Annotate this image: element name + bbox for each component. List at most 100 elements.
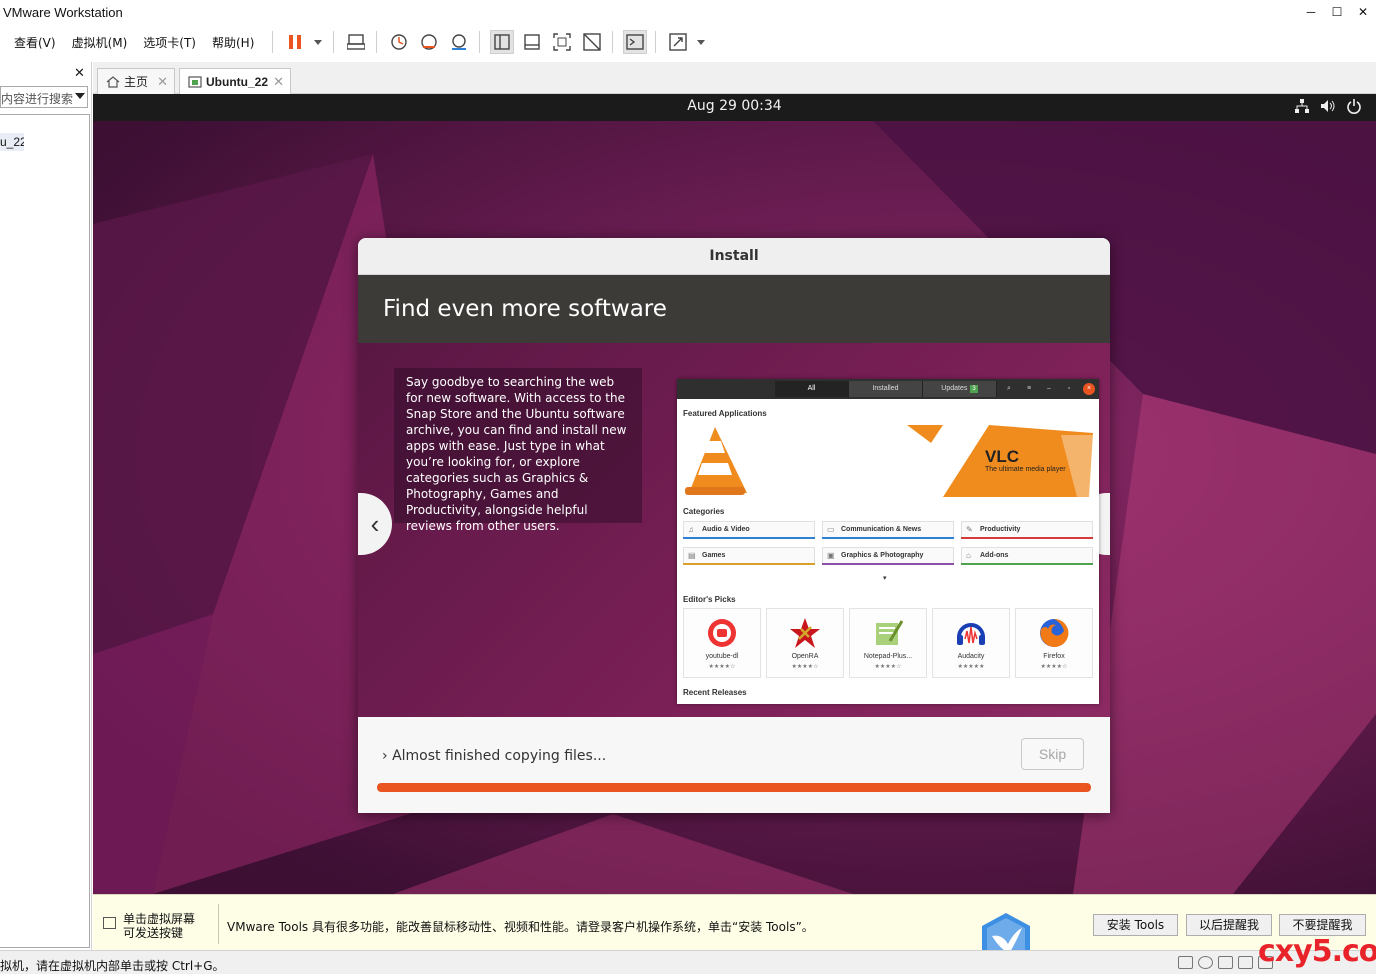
- tree-item-my-computer[interactable]: [0, 115, 89, 133]
- thumbnail-bar-icon[interactable]: [520, 30, 544, 54]
- toolbar-separator: [612, 31, 614, 53]
- sw-tab-all: All: [775, 381, 849, 397]
- music-icon: ♫: [688, 525, 694, 534]
- window-title: VMware Workstation: [3, 4, 123, 20]
- tab-home[interactable]: 主页 ✕: [97, 68, 175, 94]
- full-screen-icon[interactable]: [550, 30, 574, 54]
- cd-dvd-icon[interactable]: [1198, 956, 1213, 969]
- slide-description: Say goodbye to searching the web for new…: [394, 368, 642, 533]
- menu-help[interactable]: 帮助(H): [212, 34, 254, 51]
- maximize-button[interactable]: ☐: [1324, 0, 1350, 24]
- notepad-plus-icon: [876, 620, 904, 645]
- toolbar-separator: [655, 31, 657, 53]
- pick-card: Firefox ★★★★☆: [1015, 608, 1093, 678]
- volume-icon: [1321, 100, 1335, 112]
- menu-vm[interactable]: 虚拟机(M): [72, 34, 128, 51]
- show-library-icon[interactable]: [490, 30, 515, 54]
- category-label: Graphics & Photography: [841, 552, 924, 559]
- category-color-bar: [961, 563, 1093, 565]
- library-search-input[interactable]: 内容进行搜索: [0, 86, 88, 108]
- minimize-button[interactable]: ─: [1298, 0, 1324, 24]
- sw-tab-installed: Installed: [849, 381, 923, 397]
- featured-heading: Featured Applications: [683, 409, 767, 418]
- addon-icon: ⌂: [966, 551, 971, 560]
- slide-title: Find even more software: [358, 275, 1110, 343]
- editors-picks-heading: Editor's Picks: [683, 595, 736, 604]
- revert-snapshot-icon[interactable]: [417, 30, 441, 54]
- pick-name: Firefox: [1043, 653, 1065, 660]
- network-adapter-icon[interactable]: [1218, 956, 1233, 969]
- expand-details-icon[interactable]: ›: [382, 748, 388, 764]
- network-icon: [1295, 99, 1309, 113]
- progress-text: Almost finished copying files...: [392, 748, 607, 764]
- tab-ubuntu-close-icon[interactable]: ✕: [273, 74, 284, 90]
- show-more-caret-icon: ▾: [883, 575, 887, 582]
- category-color-bar: [683, 537, 815, 539]
- category-color-bar: [822, 563, 954, 565]
- stretch-dropdown-icon[interactable]: [696, 30, 706, 54]
- installer-header: Install: [358, 238, 1110, 275]
- tools-notification-bar: 单击虚拟屏幕 可发送按键 VMware Tools 具有很多功能，能改善鼠标移动…: [93, 894, 1376, 950]
- stretch-guest-icon[interactable]: [666, 30, 690, 54]
- install-tools-button[interactable]: 安装 Tools: [1093, 914, 1178, 936]
- slideshow: Say goodbye to searching the web for new…: [358, 343, 1110, 717]
- image-icon: ▣: [827, 551, 835, 560]
- sw-menu-icon: ≡: [1026, 385, 1032, 392]
- pick-rating: ★★★★☆: [874, 664, 902, 670]
- tab-ubuntu[interactable]: Ubuntu_22 ✕: [179, 68, 291, 94]
- progress-label[interactable]: › Almost finished copying files...: [382, 748, 606, 764]
- tree-item-ubuntu[interactable]: u_22: [0, 133, 24, 151]
- pick-name: OpenRA: [791, 653, 819, 660]
- home-icon: [106, 75, 120, 88]
- menu-tabs[interactable]: 选项卡(T): [143, 34, 196, 51]
- pick-rating: ★★★★☆: [708, 664, 736, 670]
- audacity-icon: [957, 623, 985, 645]
- status-text: 拟机，请在虚拟机内部单击或按 Ctrl+G。: [0, 959, 225, 973]
- sw-maximize-icon: ▫: [1067, 385, 1071, 392]
- power-icon: [1347, 99, 1361, 114]
- software-headerbar: All Installed Updates 3 ⌕ ≡ – ▫ ×: [677, 379, 1099, 399]
- category-label: Add-ons: [980, 552, 1009, 559]
- skip-button[interactable]: Skip: [1021, 738, 1084, 770]
- gnome-clock[interactable]: Aug 29 00:34: [93, 98, 1376, 114]
- snapshot-manager-icon[interactable]: [447, 30, 471, 54]
- menu-view[interactable]: 查看(V): [14, 34, 56, 51]
- send-ctrl-alt-del-icon[interactable]: [344, 30, 368, 54]
- menubar: 查看(V) 虚拟机(M) 选项卡(T) 帮助(H): [0, 24, 1376, 60]
- category-communication: ▭ Communication & News: [822, 521, 954, 539]
- close-window-button[interactable]: ✕: [1350, 0, 1376, 24]
- power-dropdown-icon[interactable]: [313, 30, 323, 54]
- vlc-cone-icon: [685, 425, 1093, 497]
- previous-slide-button[interactable]: ‹: [358, 493, 392, 555]
- sw-tab-updates: Updates 3: [923, 381, 997, 397]
- tab-home-label: 主页: [124, 75, 149, 89]
- updates-count-badge: 3: [970, 385, 978, 393]
- category-label: Productivity: [980, 526, 1021, 533]
- tab-home-close-icon[interactable]: ✕: [157, 74, 168, 90]
- unity-mode-icon[interactable]: [580, 30, 604, 54]
- suspend-pause-icon[interactable]: [283, 30, 307, 54]
- recent-releases-heading: Recent Releases: [683, 688, 747, 697]
- remind-later-button[interactable]: 以后提醒我: [1186, 914, 1272, 936]
- category-label: Audio & Video: [702, 526, 750, 533]
- toolbar-separator: [479, 31, 481, 53]
- sw-search-icon: ⌕: [1007, 385, 1011, 392]
- usb-icon[interactable]: [1238, 956, 1253, 969]
- console-view-icon[interactable]: [623, 30, 648, 54]
- library-tree: u_22: [0, 114, 90, 948]
- gnome-status-area[interactable]: [1294, 98, 1362, 114]
- snapshot-icon[interactable]: [387, 30, 411, 54]
- hard-disk-icon[interactable]: [1178, 956, 1193, 969]
- software-app-screenshot: All Installed Updates 3 ⌕ ≡ – ▫ × Feature…: [677, 379, 1099, 704]
- category-label: Communication & News: [841, 526, 922, 533]
- openra-icon: [790, 618, 820, 648]
- sw-minimize-icon: –: [1047, 385, 1051, 392]
- gnome-top-bar: Aug 29 00:34: [93, 94, 1376, 121]
- progress-area: › Almost finished copying files... Skip: [358, 717, 1110, 813]
- library-close-icon[interactable]: ✕: [74, 65, 85, 81]
- chat-icon: ▭: [827, 525, 835, 534]
- tools-message: VMware Tools 具有很多功能，能改善鼠标移动性、视频和性能。请登录客户…: [227, 920, 814, 934]
- search-dropdown-icon[interactable]: [75, 93, 85, 99]
- vm-display[interactable]: Aug 29 00:34 Install Find even more soft…: [93, 94, 1376, 894]
- never-remind-button[interactable]: 不要提醒我: [1279, 914, 1366, 936]
